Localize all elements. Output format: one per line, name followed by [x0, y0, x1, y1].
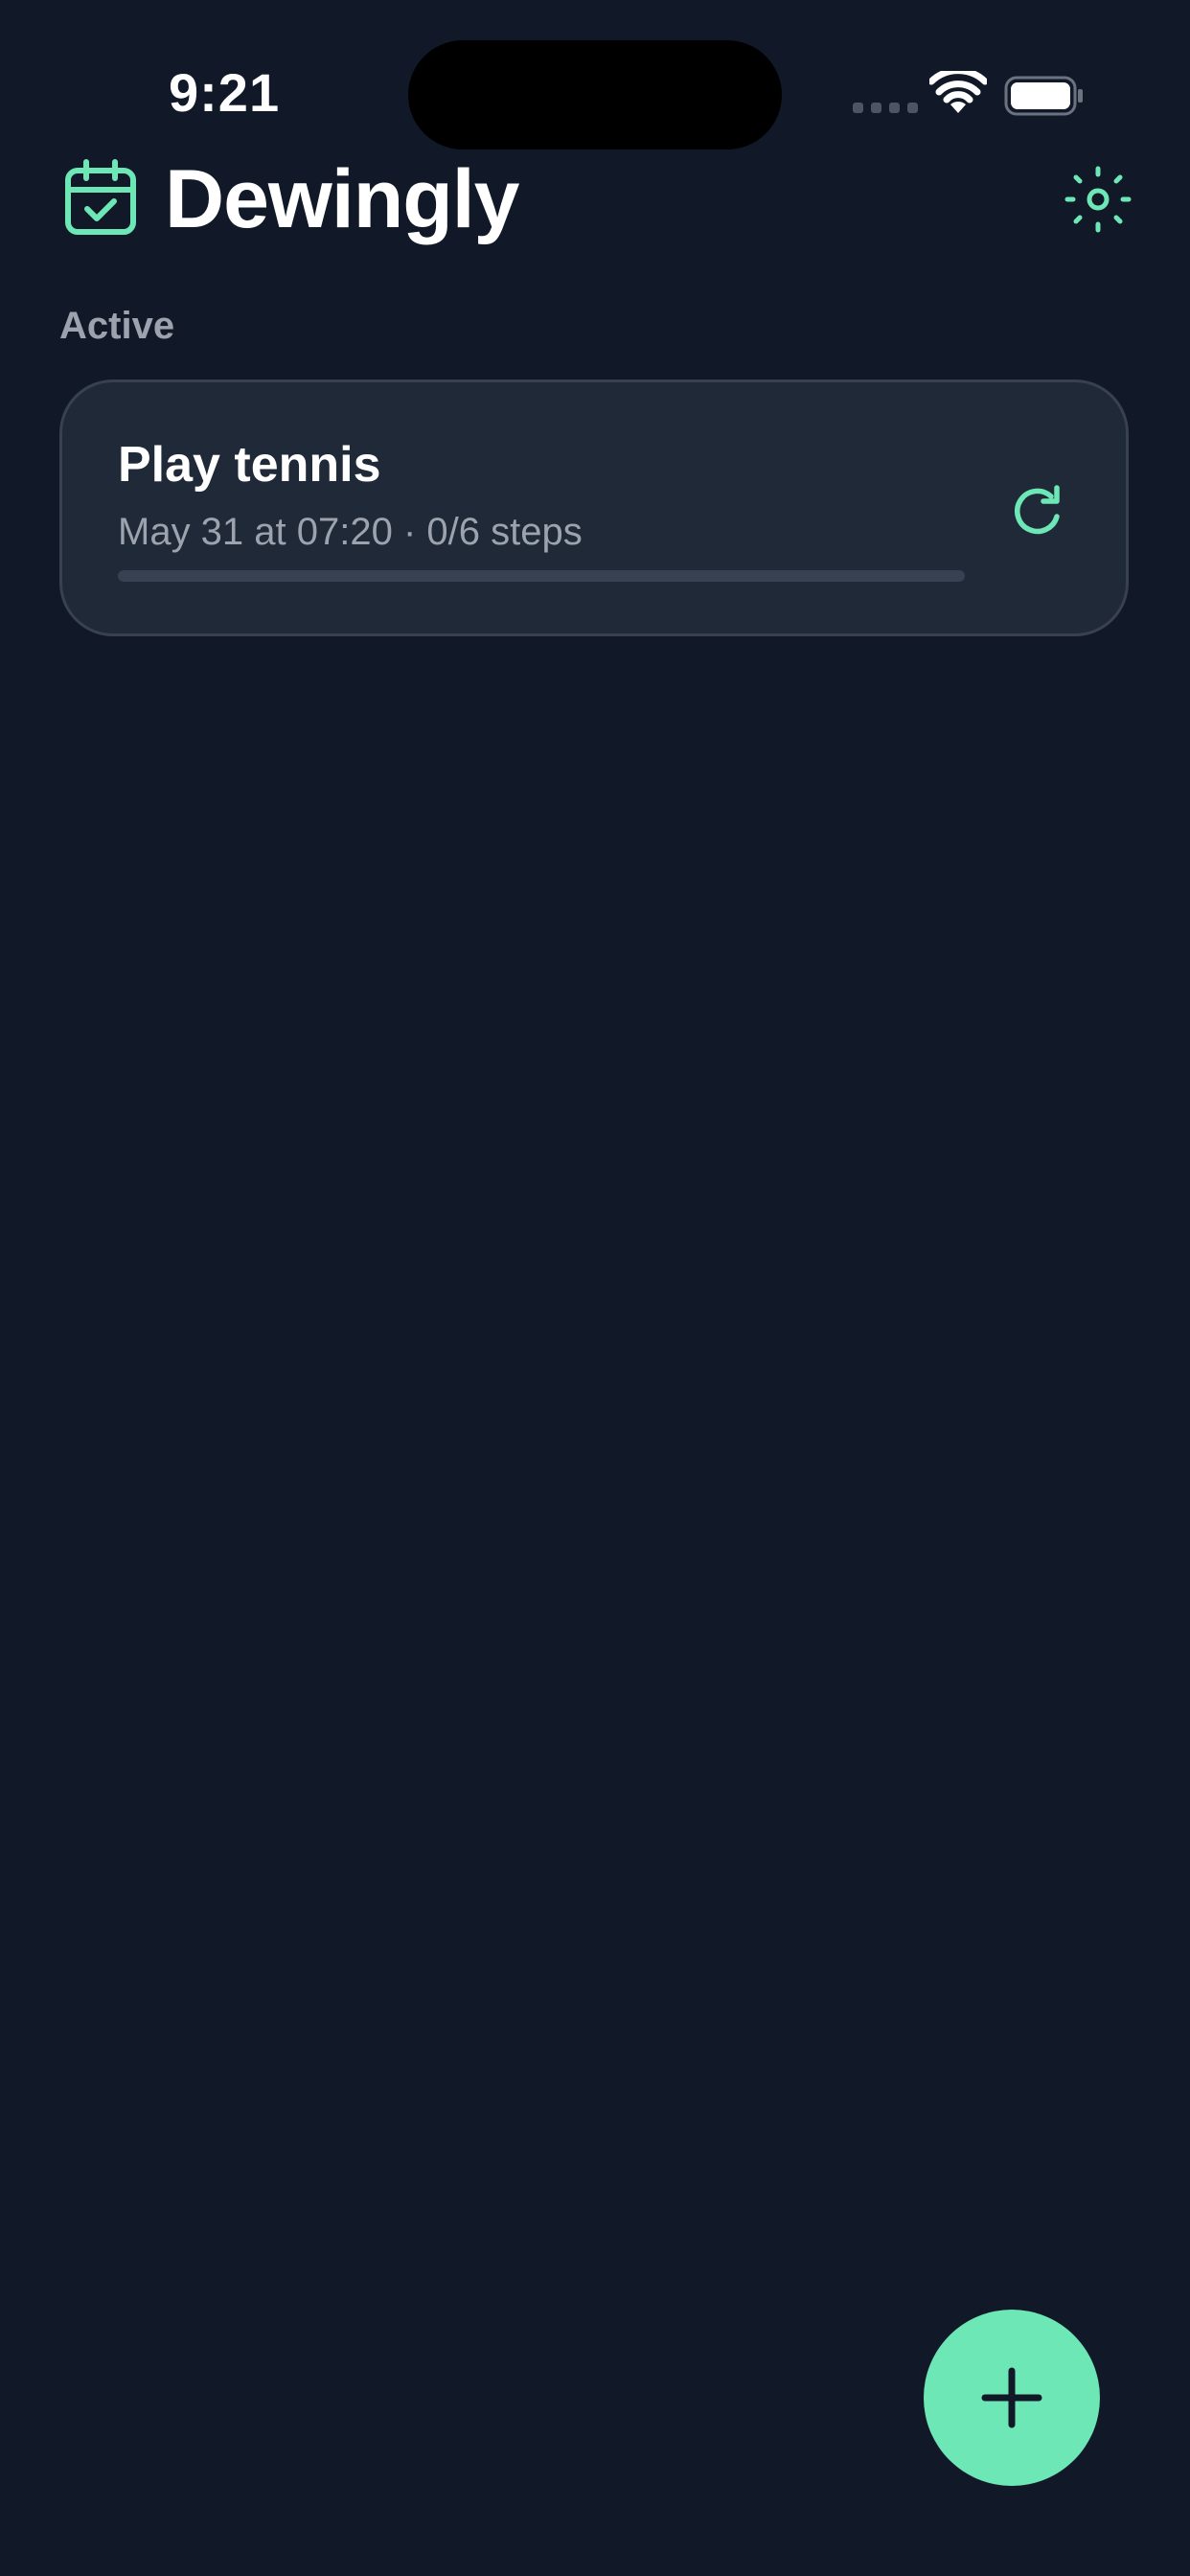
wifi-icon — [929, 71, 987, 113]
task-progress-bar — [118, 570, 965, 582]
dynamic-island — [408, 40, 782, 150]
app-screen: 9:21 Dewingly Active Play tennis May 31 … — [0, 0, 1190, 2576]
status-time: 9:21 — [169, 62, 281, 123]
app-title: Dewingly — [165, 153, 520, 245]
add-task-button[interactable] — [924, 2310, 1100, 2486]
theme-toggle-button[interactable] — [1062, 163, 1134, 236]
section-label-active: Active — [59, 305, 175, 347]
repeat-task-button[interactable] — [1003, 478, 1072, 547]
battery-icon — [1004, 76, 1083, 116]
refresh-icon — [1015, 485, 1060, 535]
calendar-check-icon — [65, 159, 136, 235]
task-title: Play tennis — [118, 437, 381, 493]
sun-icon — [1064, 166, 1132, 233]
plus-icon — [981, 2367, 1042, 2428]
task-card[interactable]: Play tennis May 31 at 07:20 · 0/6 steps — [59, 380, 1129, 636]
task-meta: May 31 at 07:20 · 0/6 steps — [118, 511, 583, 553]
cellular-signal-icon — [853, 103, 918, 113]
